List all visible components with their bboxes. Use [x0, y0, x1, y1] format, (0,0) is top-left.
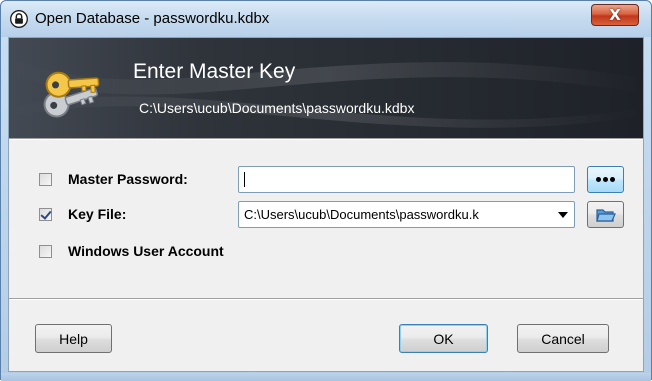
open-database-dialog: Open Database - passwordku.kdbx X Enter … — [0, 0, 652, 381]
database-path: C:\Users\ucub\Documents\passwordku.kdbx — [139, 100, 415, 116]
banner-title: Enter Master Key — [133, 60, 296, 83]
ok-button[interactable]: OK — [399, 324, 488, 353]
windows-user-account-label: Windows User Account — [68, 243, 224, 259]
dots-icon — [596, 177, 615, 182]
divider — [9, 298, 643, 300]
header-banner: Enter Master Key C:\Users\ucub\Documents… — [9, 38, 643, 138]
master-password-label: Master Password: — [68, 171, 188, 187]
key-file-label: Key File: — [68, 206, 127, 222]
key-file-value: C:\Users\ucub\Documents\passwordku.k — [244, 207, 479, 222]
close-icon: X — [609, 6, 621, 24]
key-file-select[interactable]: C:\Users\ucub\Documents\passwordku.k — [238, 201, 575, 228]
banner-background — [9, 58, 643, 128]
master-password-input[interactable] — [238, 166, 575, 193]
windows-user-account-checkbox[interactable] — [39, 245, 52, 258]
folder-open-icon — [595, 208, 616, 222]
lock-icon — [10, 10, 28, 28]
chevron-down-icon[interactable] — [558, 212, 568, 218]
close-button[interactable]: X — [591, 4, 639, 26]
browse-key-file-button[interactable] — [587, 201, 624, 228]
window-title: Open Database - passwordku.kdbx — [35, 10, 270, 27]
master-password-checkbox[interactable] — [39, 173, 52, 186]
text-caret — [244, 172, 245, 187]
key-file-checkbox[interactable] — [39, 208, 52, 221]
cancel-button[interactable]: Cancel — [517, 324, 609, 353]
windows-user-account-row: Windows User Account — [9, 238, 643, 266]
title-bar[interactable]: Open Database - passwordku.kdbx X — [1, 1, 651, 37]
help-button[interactable]: Help — [35, 324, 112, 353]
key-file-row: Key File: C:\Users\ucub\Documents\passwo… — [9, 201, 643, 229]
dialog-client-area: Enter Master Key C:\Users\ucub\Documents… — [8, 37, 644, 372]
keys-icon — [43, 71, 100, 118]
divider — [9, 138, 643, 140]
master-password-row: Master Password: — [9, 166, 643, 194]
show-password-button[interactable] — [587, 166, 624, 193]
